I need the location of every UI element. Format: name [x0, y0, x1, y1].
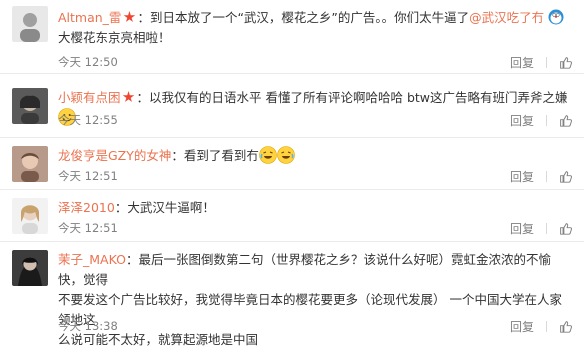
comment-list: Altman_雷 ：到日本放了一个“武汉，樱花之乡”的广告。。你们太牛逼了@武汉吃… [0, 0, 584, 347]
comment-username[interactable]: Altman_雷 [58, 10, 121, 25]
comment-item: 龙俊亨是GZY的女神：看到了看到冇 今天 12:51 回复 [0, 138, 584, 190]
mention-link[interactable]: @武汉吃了冇 [469, 10, 544, 25]
thumbs-up-icon [560, 57, 572, 69]
comment-item: 茉子_MAKO：最后一张图倒数第二句（世界樱花之乡？该说什么好呢）霓虹金浓浓的不… [0, 242, 584, 347]
avatar-image [12, 88, 48, 124]
comment-username[interactable]: 龙俊亨是GZY的女神 [58, 148, 171, 163]
reply-button[interactable]: 回复 [510, 56, 534, 70]
thumbs-up-icon [560, 115, 572, 127]
comment-time: 今天 12:50 [58, 55, 118, 69]
comment-text: ：看到了看到冇 [171, 148, 259, 163]
thumbs-up-icon [560, 171, 572, 183]
comment-username[interactable]: 泽泽2010 [58, 200, 115, 215]
comment-text: ：最后一张图倒数第二句（世界樱花之乡？该说什么好呢）霓虹金浓浓的不愉快，觉得 [58, 252, 551, 287]
like-button[interactable] [559, 222, 572, 236]
avatar-image [12, 250, 48, 286]
avatar[interactable] [12, 88, 48, 124]
comment-time: 今天 13:38 [58, 319, 118, 333]
avatar-image [12, 146, 48, 182]
vip-badge-icon [122, 91, 135, 102]
like-button[interactable] [559, 320, 572, 334]
comment-time: 今天 12:51 [58, 221, 118, 235]
comment-text-line2: 大樱花东京亮相啦！ [58, 30, 171, 45]
reply-button[interactable]: 回复 [510, 222, 534, 236]
vip-badge-icon [123, 11, 136, 22]
avatar-image [12, 198, 48, 234]
comment-time: 今天 12:51 [58, 169, 118, 183]
comment-text: ：大武汉牛逼啊！ [114, 200, 215, 215]
avatar[interactable] [12, 6, 48, 42]
like-button[interactable] [559, 170, 572, 184]
reply-button[interactable]: 回复 [510, 170, 534, 184]
comment-text: ：以我仅有的日语水平 看懂了所有评论啊哈哈哈 btw这广告略有班门弄斧之嫌 [136, 90, 568, 105]
like-button[interactable] [559, 56, 572, 70]
comment-text-line2: 不要发这个广告比较好，我觉得毕竟日本的樱花要更多（论现代发展） 一个中国大学在人… [58, 292, 562, 327]
avatar[interactable] [12, 146, 48, 182]
avatar[interactable] [12, 250, 48, 286]
laugh-cry-emoji-icon [277, 146, 295, 164]
thumbs-up-icon [560, 321, 572, 333]
reply-button[interactable]: 回复 [510, 114, 534, 128]
comment-text-line3: 么说可能不太好，就算起源地是中国 [58, 332, 259, 347]
avatar[interactable] [12, 198, 48, 234]
comment-item: 泽泽2010：大武汉牛逼啊！ 今天 12:51 回复 [0, 190, 584, 242]
comment-username[interactable]: 茉子_MAKO [58, 252, 126, 267]
like-button[interactable] [559, 114, 572, 128]
laugh-cry-emoji-icon [259, 146, 277, 164]
comment-text: ：到日本放了一个“武汉，樱花之乡”的广告。。你们太牛逼了 [137, 10, 470, 25]
reply-button[interactable]: 回复 [510, 320, 534, 334]
comment-time: 今天 12:55 [58, 113, 118, 127]
thumbs-up-icon [560, 223, 572, 235]
doraemon-icon [548, 9, 564, 25]
avatar-image [12, 6, 48, 42]
comment-item: Altman_雷 ：到日本放了一个“武汉，樱花之乡”的广告。。你们太牛逼了@武汉吃… [0, 0, 584, 74]
comment-username[interactable]: 小颖有点困 [58, 90, 121, 105]
comment-item: 小颖有点困 ：以我仅有的日语水平 看懂了所有评论啊哈哈哈 btw这广告略有班门弄斧… [0, 74, 584, 138]
